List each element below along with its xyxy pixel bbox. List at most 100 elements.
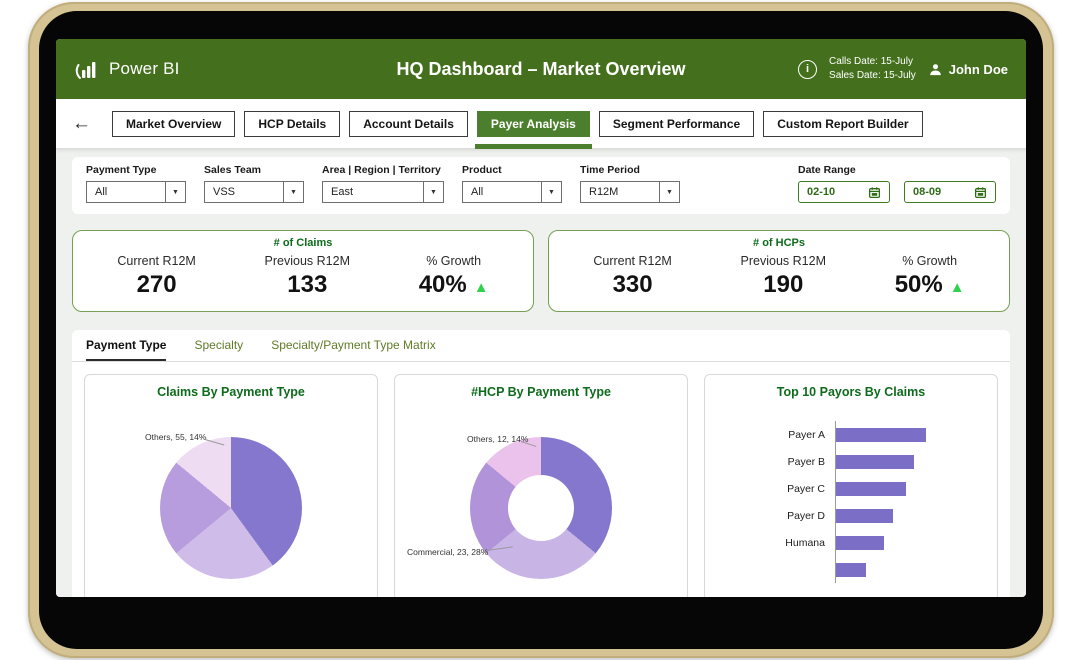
filter-label-area: Area | Region | Territory xyxy=(322,164,444,176)
bar-category-label: Payer C xyxy=(705,483,835,495)
date-range-start-input[interactable]: 02-10 xyxy=(798,181,890,203)
kpi-row: # of Claims Current R12M 270 Previous R1… xyxy=(72,230,1010,312)
kpi-metric: Previous R12M 190 xyxy=(741,254,826,299)
bar-chart: Payer A Payer B Payer C Payer D Humana xyxy=(705,421,987,583)
tablet-bezel: Power BI HQ Dashboard – Market Overview … xyxy=(39,11,1043,649)
kpi-metric-value: 270 xyxy=(117,271,196,299)
chevron-down-icon[interactable]: ▼ xyxy=(165,182,185,202)
date-range-end-input[interactable]: 08-09 xyxy=(904,181,996,203)
product-value: All xyxy=(463,182,541,202)
kpi-metric-value: 50%▲ xyxy=(895,271,965,299)
bar-row xyxy=(705,556,987,583)
kpi-metric: % Growth 40%▲ xyxy=(419,254,489,299)
chevron-down-icon[interactable]: ▼ xyxy=(283,182,303,202)
area-region-territory-dropdown[interactable]: East ▼ xyxy=(322,181,444,203)
time-period-dropdown[interactable]: R12M ▼ xyxy=(580,181,680,203)
bar-row: Payer A xyxy=(705,421,987,448)
date-range-end-value: 08-09 xyxy=(913,186,941,198)
kpi-metric: % Growth 50%▲ xyxy=(895,254,965,299)
filter-label-product: Product xyxy=(462,164,562,176)
filter-label-sales-team: Sales Team xyxy=(204,164,304,176)
calls-date: Calls Date: 15-July xyxy=(829,55,916,70)
subtab-payment-type[interactable]: Payment Type xyxy=(86,338,166,361)
page-title: HQ Dashboard – Market Overview xyxy=(396,59,685,80)
kpi-metric-label: Current R12M xyxy=(117,254,196,268)
sales-date: Sales Date: 15-July xyxy=(829,69,916,84)
kpi-metric-label: % Growth xyxy=(419,254,489,268)
time-period-value: R12M xyxy=(581,182,659,202)
bar-row: Payer C xyxy=(705,475,987,502)
bar[interactable] xyxy=(836,563,866,577)
donut-hole xyxy=(508,475,574,541)
bar-track xyxy=(835,475,987,502)
tab-account-details[interactable]: Account Details xyxy=(349,111,468,137)
tab-custom-report-builder[interactable]: Custom Report Builder xyxy=(763,111,922,137)
report-tabbar: ← Market Overview HCP Details Account De… xyxy=(56,99,1026,149)
bar-category-label: Humana xyxy=(705,537,835,549)
pie-chart[interactable] xyxy=(160,437,302,579)
kpi-title: # of HCPs xyxy=(559,237,999,249)
chart-top-payors-by-claims: Top 10 Payors By Claims Payer APayer BPa… xyxy=(704,374,998,597)
bar-chart-logo-icon xyxy=(74,57,100,81)
tab-market-overview[interactable]: Market Overview xyxy=(112,111,235,137)
bar[interactable] xyxy=(836,455,914,469)
bar-category-label: Payer D xyxy=(705,510,835,522)
bar-track xyxy=(835,529,987,556)
charts-row: Claims By Payment Type Others, 55, 14% #… xyxy=(72,362,1010,597)
bar-track xyxy=(835,502,987,529)
calendar-icon xyxy=(974,186,987,199)
bar[interactable] xyxy=(836,428,926,442)
sales-team-dropdown[interactable]: VSS ▼ xyxy=(204,181,304,203)
bar-category-label: Payer A xyxy=(705,429,835,441)
kpi-metric: Previous R12M 133 xyxy=(265,254,350,299)
tab-segment-performance[interactable]: Segment Performance xyxy=(599,111,754,137)
app-header: Power BI HQ Dashboard – Market Overview … xyxy=(56,39,1026,99)
info-icon[interactable]: i xyxy=(798,60,817,79)
kpi-metric-label: Previous R12M xyxy=(265,254,350,268)
user-name: John Doe xyxy=(949,62,1008,77)
subtab-specialty[interactable]: Specialty xyxy=(194,338,243,361)
app-name: Power BI xyxy=(109,59,180,79)
chevron-down-icon[interactable]: ▼ xyxy=(659,182,679,202)
tab-payer-analysis[interactable]: Payer Analysis xyxy=(477,111,590,137)
subtab-bar: Payment Type Specialty Specialty/Payment… xyxy=(72,330,1010,362)
trend-up-icon: ▲ xyxy=(950,279,965,296)
bar-row: Payer D xyxy=(705,502,987,529)
product-dropdown[interactable]: All ▼ xyxy=(462,181,562,203)
chart-claims-by-payment-type: Claims By Payment Type Others, 55, 14% xyxy=(84,374,378,597)
charts-panel: Payment Type Specialty Specialty/Payment… xyxy=(72,330,1010,597)
pie-callout-others: Others, 55, 14% xyxy=(145,432,206,442)
filter-label-payment-type: Payment Type xyxy=(86,164,186,176)
subtab-specialty-payment-matrix[interactable]: Specialty/Payment Type Matrix xyxy=(271,338,436,361)
bar[interactable] xyxy=(836,509,893,523)
back-arrow-icon[interactable]: ← xyxy=(72,113,91,135)
chart-title: #HCP By Payment Type xyxy=(395,385,687,399)
chart-title: Top 10 Payors By Claims xyxy=(705,385,997,399)
area-value: East xyxy=(323,182,423,202)
kpi-card-hcps: # of HCPs Current R12M 330 Previous R12M… xyxy=(548,230,1010,312)
donut-chart[interactable] xyxy=(470,437,612,579)
bar-row: Humana xyxy=(705,529,987,556)
payment-type-value: All xyxy=(87,182,165,202)
filter-bar: Payment Type All ▼ Sales Team VSS ▼ xyxy=(72,157,1010,214)
kpi-metric-value: 330 xyxy=(593,271,672,299)
payment-type-dropdown[interactable]: All ▼ xyxy=(86,181,186,203)
calendar-icon xyxy=(868,186,881,199)
filter-label-date-range: Date Range xyxy=(798,164,996,176)
bar[interactable] xyxy=(836,536,884,550)
user-menu[interactable]: John Doe xyxy=(928,62,1008,77)
kpi-metric-value: 40%▲ xyxy=(419,271,489,299)
bar-row: Payer B xyxy=(705,448,987,475)
chart-title: Claims By Payment Type xyxy=(85,385,377,399)
filter-label-time-period: Time Period xyxy=(580,164,680,176)
bar[interactable] xyxy=(836,482,906,496)
powerbi-logo: Power BI xyxy=(74,57,180,81)
chevron-down-icon[interactable]: ▼ xyxy=(541,182,561,202)
trend-up-icon: ▲ xyxy=(474,279,489,296)
chevron-down-icon[interactable]: ▼ xyxy=(423,182,443,202)
date-range-start-value: 02-10 xyxy=(807,186,835,198)
kpi-title: # of Claims xyxy=(83,237,523,249)
dashboard-screen: Power BI HQ Dashboard – Market Overview … xyxy=(56,39,1026,597)
tab-hcp-details[interactable]: HCP Details xyxy=(244,111,340,137)
header-dates: Calls Date: 15-July Sales Date: 15-July xyxy=(829,55,916,84)
